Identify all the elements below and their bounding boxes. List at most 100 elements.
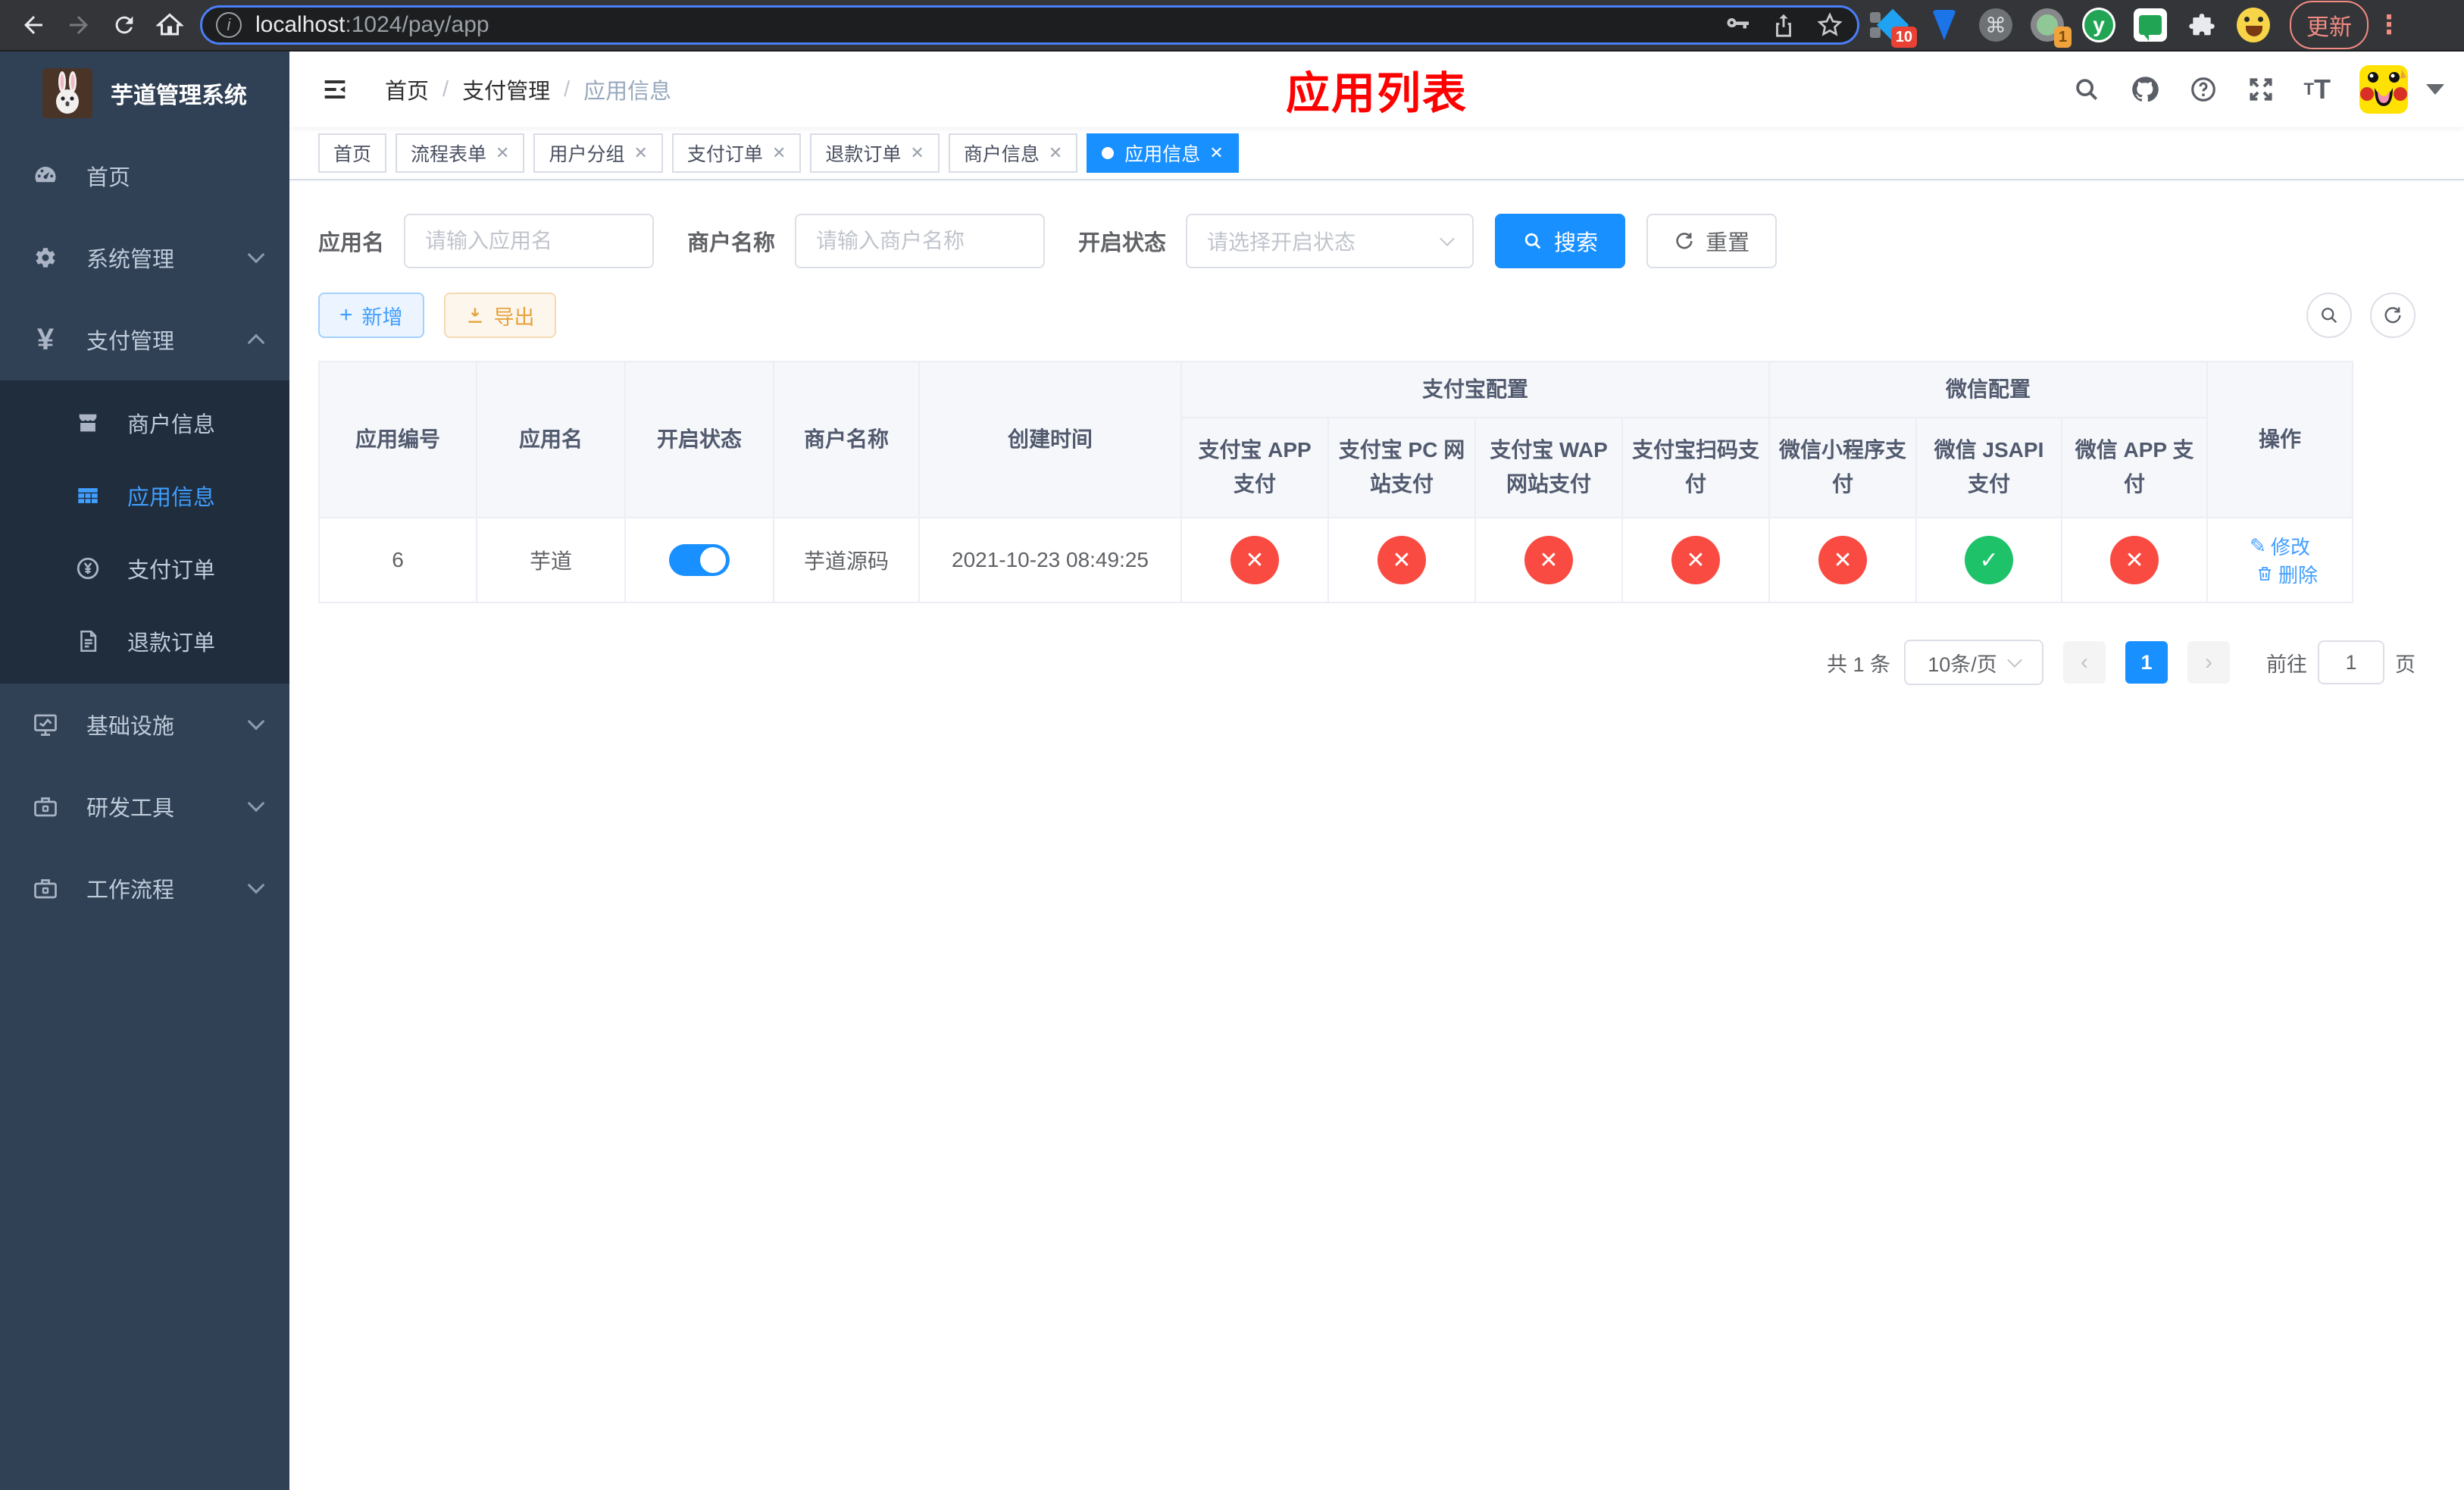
- browser-chrome: i localhost:1024/pay/app 10 ⌘ 1 y 更新 ⋮: [0, 0, 2464, 52]
- prev-page-button[interactable]: ‹: [2063, 641, 2106, 684]
- tab-process-form[interactable]: 流程表单 ✕: [396, 133, 525, 173]
- browser-refresh-button[interactable]: [102, 2, 147, 48]
- sidebar-item-app-info[interactable]: 应用信息: [0, 459, 289, 532]
- fullscreen-icon[interactable]: [2247, 75, 2275, 104]
- goto-label: 前往: [2266, 653, 2307, 676]
- breadcrumb: 首页 / 支付管理 / 应用信息: [385, 74, 671, 105]
- briefcase-icon: [30, 875, 61, 902]
- browser-home-button[interactable]: [147, 2, 192, 48]
- reset-button[interactable]: 重置: [1646, 214, 1778, 268]
- browser-forward-button[interactable]: [56, 2, 102, 48]
- breadcrumb-section[interactable]: 支付管理: [462, 74, 550, 105]
- close-icon[interactable]: ✕: [1209, 143, 1223, 163]
- delete-link[interactable]: 删除: [2256, 560, 2318, 588]
- page-unit-label: 页: [2395, 653, 2416, 676]
- app-name-label: 应用名: [318, 231, 385, 255]
- col-app-id: 应用编号: [318, 361, 477, 518]
- total-count: 共 1 条: [1826, 653, 1890, 676]
- github-icon[interactable]: [2130, 74, 2160, 105]
- tags-view: 首页 流程表单 ✕ 用户分组 ✕ 支付订单 ✕ 退款订单 ✕ 商户信息 ✕ 应用信息 ✕: [289, 127, 2464, 180]
- col-wx-jsapi: 微信 JSAPI 支付: [1915, 417, 2063, 518]
- bookmark-star-icon[interactable]: [1816, 11, 1843, 39]
- wx-app-status-icon: ✕: [2110, 536, 2159, 584]
- extensions-puzzle-icon[interactable]: [2185, 8, 2219, 42]
- merchant-name-input[interactable]: [816, 229, 1024, 253]
- notifications-extension-icon[interactable]: 10: [1870, 8, 1917, 48]
- sidebar-item-dev-tools[interactable]: 研发工具: [0, 765, 289, 847]
- tab-home[interactable]: 首页: [318, 133, 387, 173]
- help-icon[interactable]: [2189, 75, 2218, 104]
- address-bar[interactable]: i localhost:1024/pay/app: [200, 5, 1859, 45]
- share-icon[interactable]: [1771, 12, 1796, 38]
- header-search-icon[interactable]: [2072, 75, 2101, 104]
- next-page-button[interactable]: ›: [2187, 641, 2230, 684]
- refresh-table-button[interactable]: [2370, 293, 2416, 338]
- page-size-select[interactable]: 10条/页: [1904, 640, 2043, 685]
- goto-page-input[interactable]: [2318, 640, 2384, 684]
- alipay-wap-status-icon: ✕: [1524, 536, 1573, 584]
- command-extension-icon[interactable]: ⌘: [1979, 8, 2012, 42]
- search-button[interactable]: 搜索: [1495, 214, 1626, 268]
- page-number-1[interactable]: 1: [2125, 641, 2168, 684]
- profile-avatar-icon[interactable]: [2237, 8, 2270, 42]
- app-logo-row[interactable]: 芋道管理系统: [0, 52, 289, 135]
- sidebar-item-label: 商户信息: [127, 413, 216, 437]
- col-alipay-pc: 支付宝 PC 网站支付: [1327, 417, 1476, 518]
- breadcrumb-home[interactable]: 首页: [385, 74, 429, 105]
- close-icon[interactable]: ✕: [1049, 143, 1062, 163]
- tab-user-group[interactable]: 用户分组 ✕: [533, 133, 663, 173]
- enable-toggle[interactable]: [669, 544, 730, 576]
- password-key-icon[interactable]: [1724, 11, 1751, 39]
- show-search-toggle-button[interactable]: [2306, 293, 2352, 338]
- chrome-menu-icon[interactable]: ⋮: [2376, 10, 2402, 40]
- close-icon[interactable]: ✕: [910, 143, 924, 163]
- close-icon[interactable]: ✕: [772, 143, 786, 163]
- alipay-qr-status-icon: ✕: [1671, 536, 1720, 584]
- alipay-pc-status-icon: ✕: [1377, 536, 1426, 584]
- font-size-icon[interactable]: TT: [2304, 74, 2331, 105]
- toolbox-icon: [30, 793, 61, 820]
- sidebar-item-home[interactable]: 首页: [0, 135, 289, 217]
- avatar-caret-icon[interactable]: [2426, 84, 2444, 95]
- sidebar-item-system[interactable]: 系统管理: [0, 217, 289, 299]
- sidebar-item-infrastructure[interactable]: 基础设施: [0, 684, 289, 765]
- url-text[interactable]: localhost:1024/pay/app: [255, 12, 1724, 38]
- chevron-down-icon: [247, 794, 265, 812]
- tab-refund-orders[interactable]: 退款订单 ✕: [810, 133, 940, 173]
- chat-extension-icon[interactable]: [2134, 8, 2167, 42]
- col-wx-mini: 微信小程序支付: [1768, 417, 1918, 518]
- tab-pay-orders[interactable]: 支付订单 ✕: [671, 133, 802, 173]
- camera-extension-icon[interactable]: 1: [2031, 8, 2072, 48]
- add-button[interactable]: + 新增: [318, 293, 424, 338]
- close-icon[interactable]: ✕: [496, 143, 509, 163]
- sidebar-item-payment[interactable]: ¥ 支付管理: [0, 299, 289, 380]
- merchant-name-input-wrap: [795, 214, 1046, 268]
- col-alipay-wap: 支付宝 WAP 网站支付: [1474, 417, 1623, 518]
- chevron-down-icon: [1440, 231, 1455, 246]
- cell-merchant-name: 芋道源码: [773, 517, 920, 603]
- chrome-update-button[interactable]: 更新: [2290, 1, 2369, 49]
- app-name-input[interactable]: [425, 229, 633, 253]
- sidebar-item-pay-orders[interactable]: 支付订单: [0, 532, 289, 605]
- sidebar-item-label: 工作流程: [86, 878, 175, 903]
- search-icon: [1522, 230, 1543, 252]
- kite-extension-icon[interactable]: [1928, 8, 1961, 42]
- tab-merchant-info[interactable]: 商户信息 ✕: [948, 133, 1078, 173]
- edit-link[interactable]: ✎ 修改: [2250, 532, 2310, 560]
- browser-back-button[interactable]: [11, 2, 56, 48]
- close-icon[interactable]: ✕: [633, 143, 647, 163]
- sidebar-item-refund-orders[interactable]: 退款订单: [0, 605, 289, 678]
- y-extension-icon[interactable]: y: [2082, 8, 2115, 42]
- grid-icon: [73, 483, 103, 509]
- sidebar-item-workflow[interactable]: 工作流程: [0, 847, 289, 929]
- open-status-select[interactable]: 请选择开启状态: [1186, 214, 1474, 268]
- export-button[interactable]: 导出: [443, 293, 556, 338]
- dashboard-icon: [30, 162, 61, 189]
- col-open-status: 开启状态: [624, 361, 774, 518]
- user-avatar[interactable]: [2359, 65, 2408, 114]
- sidebar-collapse-icon[interactable]: [320, 74, 350, 105]
- tab-app-info[interactable]: 应用信息 ✕: [1087, 133, 1239, 173]
- app-name-input-wrap: [404, 214, 655, 268]
- sidebar-item-merchant-info[interactable]: 商户信息: [0, 387, 289, 459]
- site-info-icon[interactable]: i: [216, 12, 242, 38]
